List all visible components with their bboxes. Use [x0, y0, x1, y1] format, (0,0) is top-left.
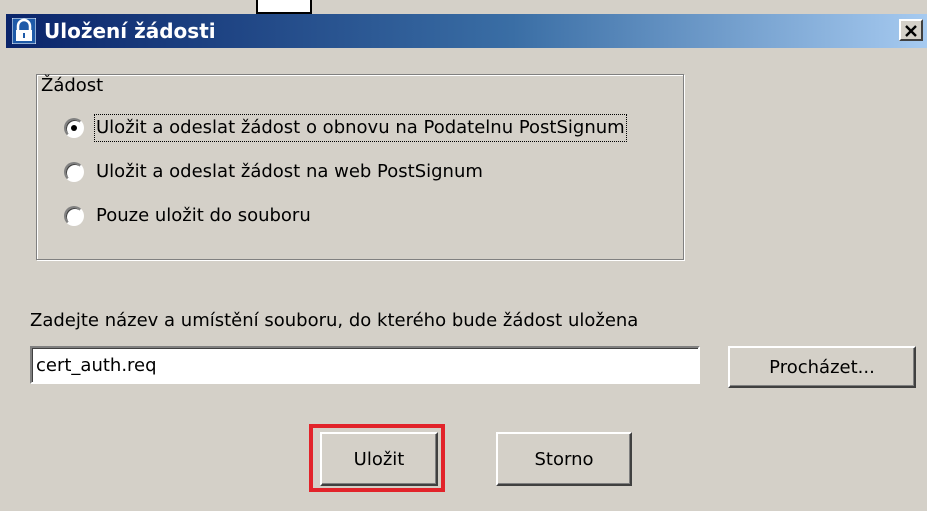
window-title: Uložení žádosti [44, 19, 216, 43]
file-path-input[interactable] [30, 346, 700, 384]
lock-icon [11, 17, 37, 45]
radio-send-podatelna[interactable] [64, 118, 84, 138]
radio-send-web[interactable] [64, 162, 84, 182]
close-button[interactable] [899, 19, 923, 41]
close-icon [905, 25, 917, 37]
save-button[interactable]: Uložit [320, 432, 438, 486]
window-fragment [256, 0, 312, 14]
request-group-legend: Žádost [40, 76, 108, 96]
option-send-podatelna-label: Uložit a odeslat žádost o obnovu na Poda… [94, 114, 627, 142]
radio-save-only[interactable] [64, 206, 84, 226]
title-bar[interactable]: Uložení žádosti [6, 14, 927, 48]
cancel-button[interactable]: Storno [496, 432, 632, 486]
option-save-only-label: Pouze uložit do souboru [96, 205, 311, 226]
option-send-web[interactable]: Uložit a odeslat žádost na web PostSignu… [64, 158, 483, 186]
option-save-only[interactable]: Pouze uložit do souboru [64, 202, 311, 230]
file-instruction: Zadejte název a umístění souboru, do kte… [30, 310, 639, 331]
option-send-web-label: Uložit a odeslat žádost na web PostSignu… [96, 161, 483, 182]
browse-button[interactable]: Procházet... [728, 346, 916, 388]
dialog-window: Uložení žádosti Žádost Uložit a odeslat … [0, 0, 927, 511]
option-send-podatelna[interactable]: Uložit a odeslat žádost o obnovu na Poda… [64, 114, 627, 142]
